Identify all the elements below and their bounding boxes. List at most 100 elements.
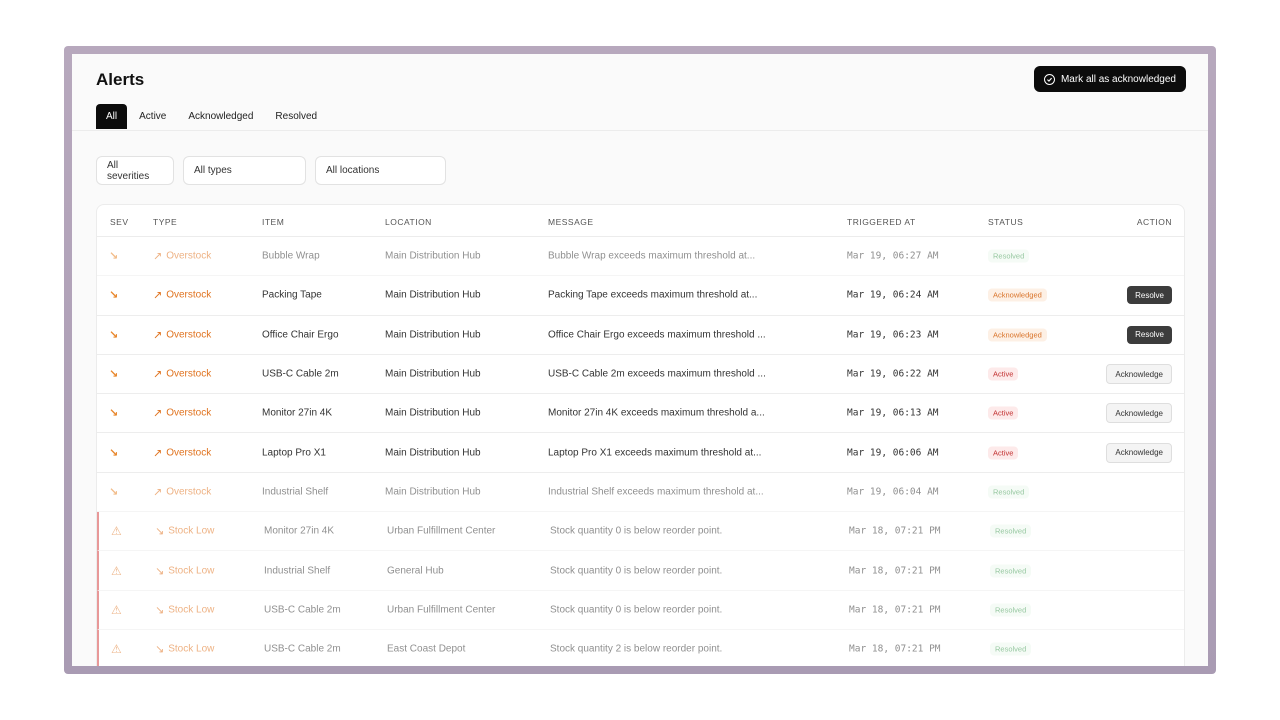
alert-message: Packing Tape exceeds maximum threshold a… (548, 289, 758, 301)
status-badge: Active (988, 446, 1019, 460)
tab-active[interactable]: Active (129, 104, 176, 129)
alert-type: ↗ Overstock (153, 289, 211, 302)
item-name: Monitor 27in 4K (264, 525, 335, 537)
tab-all[interactable]: All (96, 104, 128, 129)
alert-type-label: Overstock (166, 368, 212, 380)
page-header: Alerts Mark all as acknowledged All Acti… (72, 54, 1208, 131)
status-badge: Resolved (988, 485, 1030, 499)
acknowledge-button[interactable]: Acknowledge (1106, 442, 1172, 463)
triggered-at: Mar 19, 06:13 AM (847, 407, 939, 419)
trend-up-icon: ↗ (153, 329, 163, 342)
item-name: Laptop Pro X1 (262, 447, 326, 459)
trend-down-icon: ↘ (109, 368, 119, 381)
trend-down-icon: ↘ (109, 289, 119, 302)
alert-message: Office Chair Ergo exceeds maximum thresh… (548, 329, 766, 341)
tab-resolved[interactable]: Resolved (265, 104, 327, 129)
table-row[interactable]: ↘ ↗ Overstock Packing Tape Main Distribution… (97, 276, 1184, 316)
alert-type-label: Overstock (166, 486, 212, 498)
col-message[interactable]: MESSAGE (548, 217, 594, 227)
item-name: USB-C Cable 2m (264, 604, 341, 616)
acknowledge-button[interactable]: Acknowledge (1106, 403, 1172, 424)
alert-type: ↘ Stock Low (155, 564, 214, 577)
triggered-at: Mar 18, 07:21 PM (849, 565, 941, 577)
warning-icon: ⚠ (111, 642, 122, 657)
item-name: Monitor 27in 4K (262, 407, 333, 419)
tab-acknowledged[interactable]: Acknowledged (178, 104, 263, 129)
alert-type: ↗ Overstock (153, 368, 211, 381)
window-frame: Alerts Mark all as acknowledged All Acti… (64, 46, 1216, 674)
trend-up-icon: ↗ (153, 289, 163, 302)
alert-type: ↗ Overstock (153, 328, 211, 341)
status-badge: Active (988, 367, 1019, 381)
table-row[interactable]: ↘ ↗ Overstock Office Chair Ergo Main Distrib… (97, 316, 1184, 355)
type-filter[interactable]: All types (183, 156, 306, 185)
status-badge: Active (988, 406, 1019, 420)
location-name: Main Distribution Hub (385, 407, 481, 419)
status-badge: Acknowledged (988, 288, 1047, 302)
triggered-at: Mar 18, 07:21 PM (849, 643, 941, 655)
alert-type: ↗ Overstock (153, 250, 211, 263)
location-name: Main Distribution Hub (385, 289, 481, 301)
alert-type: ↘ Stock Low (155, 603, 214, 616)
alert-type-label: Overstock (166, 329, 212, 341)
severity-filter[interactable]: All severities (96, 156, 174, 185)
status-badge: Resolved (990, 524, 1032, 538)
status-badge: Acknowledged (988, 328, 1047, 342)
table-row[interactable]: ↘ ↗ Overstock Laptop Pro X1 Main Distributio… (97, 433, 1184, 473)
resolve-button[interactable]: Resolve (1127, 286, 1172, 305)
trend-down-icon: ↘ (155, 604, 165, 617)
table-row[interactable]: ⚠ ↘ Stock Low USB-C Cable 2m Urban Fulfillme… (97, 590, 1184, 630)
alert-type-label: Stock Low (168, 643, 215, 655)
trend-down-icon: ↘ (155, 525, 165, 538)
table-row[interactable]: ↘ ↗ Overstock Bubble Wrap Main Distribution … (97, 237, 1184, 277)
location-name: Urban Fulfillment Center (387, 604, 496, 616)
trend-up-icon: ↗ (153, 407, 163, 420)
trend-up-icon: ↗ (153, 486, 163, 499)
check-circle-icon (1043, 73, 1055, 85)
mark-all-acknowledged-button[interactable]: Mark all as acknowledged (1033, 66, 1186, 92)
alert-type: ↘ Stock Low (155, 643, 214, 656)
triggered-at: Mar 19, 06:22 AM (847, 368, 939, 380)
acknowledge-button[interactable]: Acknowledge (1106, 364, 1172, 385)
table-row[interactable]: ⚠ ↘ Stock Low Monitor 27in 4K Urban Fulfillm… (97, 512, 1184, 552)
status-badge: Resolved (990, 642, 1032, 656)
location-name: General Hub (387, 565, 444, 577)
trend-up-icon: ↗ (153, 447, 163, 460)
location-filter[interactable]: All locations (315, 156, 446, 185)
resolve-button[interactable]: Resolve (1127, 325, 1172, 344)
alert-type-label: Stock Low (168, 525, 215, 537)
location-name: East Coast Depot (387, 643, 466, 655)
triggered-at: Mar 18, 07:21 PM (849, 604, 941, 616)
col-item[interactable]: ITEM (262, 217, 284, 227)
col-type[interactable]: TYPE (153, 217, 177, 227)
item-name: Packing Tape (262, 289, 322, 301)
item-name: Office Chair Ergo (262, 329, 339, 341)
alert-type-label: Overstock (166, 407, 212, 419)
table-row[interactable]: ↘ ↗ Overstock USB-C Cable 2m Main Distributi… (97, 355, 1184, 395)
col-action[interactable]: ACTION (1137, 217, 1172, 227)
alert-type: ↗ Overstock (153, 446, 211, 459)
col-triggered-at[interactable]: TRIGGERED AT (847, 217, 916, 227)
table-row[interactable]: ⚠ ↘ Stock Low Industrial Shelf General Hub St… (97, 551, 1184, 591)
col-sev[interactable]: SEV (110, 217, 129, 227)
mark-all-label: Mark all as acknowledged (1060, 73, 1176, 85)
page-title: Alerts (96, 70, 145, 89)
alert-message: Stock quantity 2 is below reorder point. (550, 643, 723, 655)
trend-down-icon: ↘ (109, 486, 119, 499)
table-row[interactable]: ↘ ↗ Overstock Industrial Shelf Main Distribu… (97, 473, 1184, 513)
trend-down-icon: ↘ (155, 565, 165, 578)
alert-message: Monitor 27in 4K exceeds maximum threshol… (548, 407, 765, 419)
table-row[interactable]: ↘ ↗ Overstock Monitor 27in 4K Main Distribut… (97, 394, 1184, 434)
trend-down-icon: ↘ (109, 407, 119, 420)
col-location[interactable]: LOCATION (385, 217, 432, 227)
table-row[interactable]: ⚠ ↘ Stock Low USB-C Cable 2m East Coast Depo… (97, 629, 1184, 666)
triggered-at: Mar 18, 07:21 PM (849, 525, 941, 537)
alert-type-label: Stock Low (168, 604, 215, 616)
warning-icon: ⚠ (111, 563, 122, 578)
location-name: Main Distribution Hub (385, 368, 481, 380)
location-name: Main Distribution Hub (385, 250, 481, 262)
alert-message: Laptop Pro X1 exceeds maximum threshold … (548, 447, 762, 459)
triggered-at: Mar 19, 06:24 AM (847, 289, 939, 301)
triggered-at: Mar 19, 06:04 AM (847, 486, 939, 498)
col-status[interactable]: STATUS (988, 217, 1023, 227)
